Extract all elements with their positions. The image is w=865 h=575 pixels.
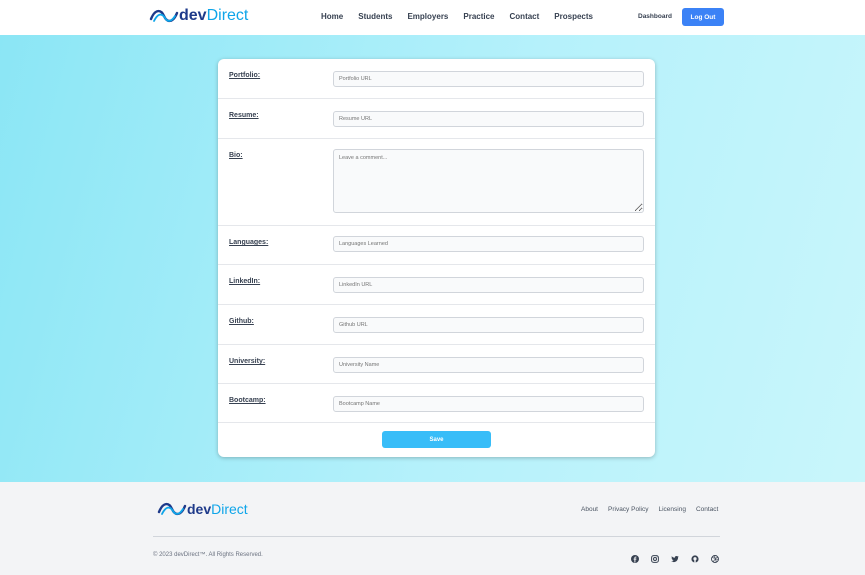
- github-icon[interactable]: [691, 550, 699, 563]
- header-logo[interactable]: dev Direct: [149, 7, 248, 25]
- nav-home[interactable]: Home: [321, 12, 343, 21]
- dashboard-link[interactable]: Dashboard: [638, 13, 672, 20]
- linkedin-label: LinkedIn:: [229, 278, 261, 285]
- nav-students[interactable]: Students: [358, 12, 392, 21]
- form-row-resume: Resume:: [218, 99, 655, 139]
- logo-text-direct: Direct: [206, 7, 249, 24]
- nav-practice[interactable]: Practice: [463, 12, 494, 21]
- resume-input[interactable]: [333, 111, 644, 127]
- footer-logo-text-direct: Direct: [211, 501, 248, 517]
- github-input[interactable]: [333, 317, 644, 333]
- copyright-text: © 2023 devDirect™. All Rights Reserved.: [153, 552, 263, 558]
- profile-form-card: Portfolio: Resume: Bio: Languages: Linke…: [218, 59, 655, 457]
- bio-label: Bio:: [229, 152, 243, 159]
- bootcamp-input[interactable]: [333, 396, 644, 412]
- dribbble-icon[interactable]: [711, 550, 719, 563]
- wave-logo-icon: [157, 502, 187, 516]
- main-nav: Home Students Employers Practice Contact…: [321, 12, 608, 21]
- footer-link-privacy[interactable]: Privacy Policy: [608, 506, 648, 513]
- linkedin-input[interactable]: [333, 277, 644, 293]
- wave-logo-icon: [149, 9, 179, 23]
- logout-button[interactable]: Log Out: [682, 8, 724, 26]
- logo-text-dev: dev: [179, 7, 207, 24]
- nav-employers[interactable]: Employers: [407, 12, 448, 21]
- bootcamp-label: Bootcamp:: [229, 397, 266, 404]
- portfolio-label: Portfolio:: [229, 72, 261, 79]
- university-label: University:: [229, 358, 266, 365]
- footer-logo[interactable]: dev Direct: [157, 500, 248, 518]
- form-row-bootcamp: Bootcamp:: [218, 384, 655, 423]
- footer-link-contact[interactable]: Contact: [696, 506, 718, 513]
- form-row-github: Github:: [218, 305, 655, 345]
- footer-logo-text-dev: dev: [187, 501, 212, 517]
- portfolio-input[interactable]: [333, 71, 644, 87]
- instagram-icon[interactable]: [651, 550, 659, 563]
- save-button[interactable]: Save: [382, 431, 491, 448]
- github-label: Github:: [229, 318, 254, 325]
- social-links: [631, 550, 719, 563]
- footer: dev Direct About Privacy Policy Licensing…: [0, 482, 865, 575]
- top-navbar: dev Direct Home Students Employers Practi…: [0, 0, 865, 35]
- form-row-university: University:: [218, 345, 655, 384]
- footer-link-about[interactable]: About: [581, 506, 598, 513]
- footer-divider: [153, 536, 720, 537]
- form-row-linkedin: LinkedIn:: [218, 265, 655, 305]
- form-row-languages: Languages:: [218, 226, 655, 265]
- footer-link-licensing[interactable]: Licensing: [658, 506, 685, 513]
- footer-links: About Privacy Policy Licensing Contact: [581, 506, 728, 513]
- university-input[interactable]: [333, 357, 644, 373]
- nav-contact[interactable]: Contact: [510, 12, 540, 21]
- nav-prospects[interactable]: Prospects: [554, 12, 593, 21]
- form-row-portfolio: Portfolio:: [218, 59, 655, 99]
- languages-input[interactable]: [333, 236, 644, 252]
- resume-label: Resume:: [229, 112, 259, 119]
- facebook-icon[interactable]: [631, 550, 639, 563]
- twitter-icon[interactable]: [671, 550, 679, 563]
- bio-textarea[interactable]: [333, 149, 644, 213]
- languages-label: Languages:: [229, 239, 269, 246]
- form-row-bio: Bio:: [218, 139, 655, 226]
